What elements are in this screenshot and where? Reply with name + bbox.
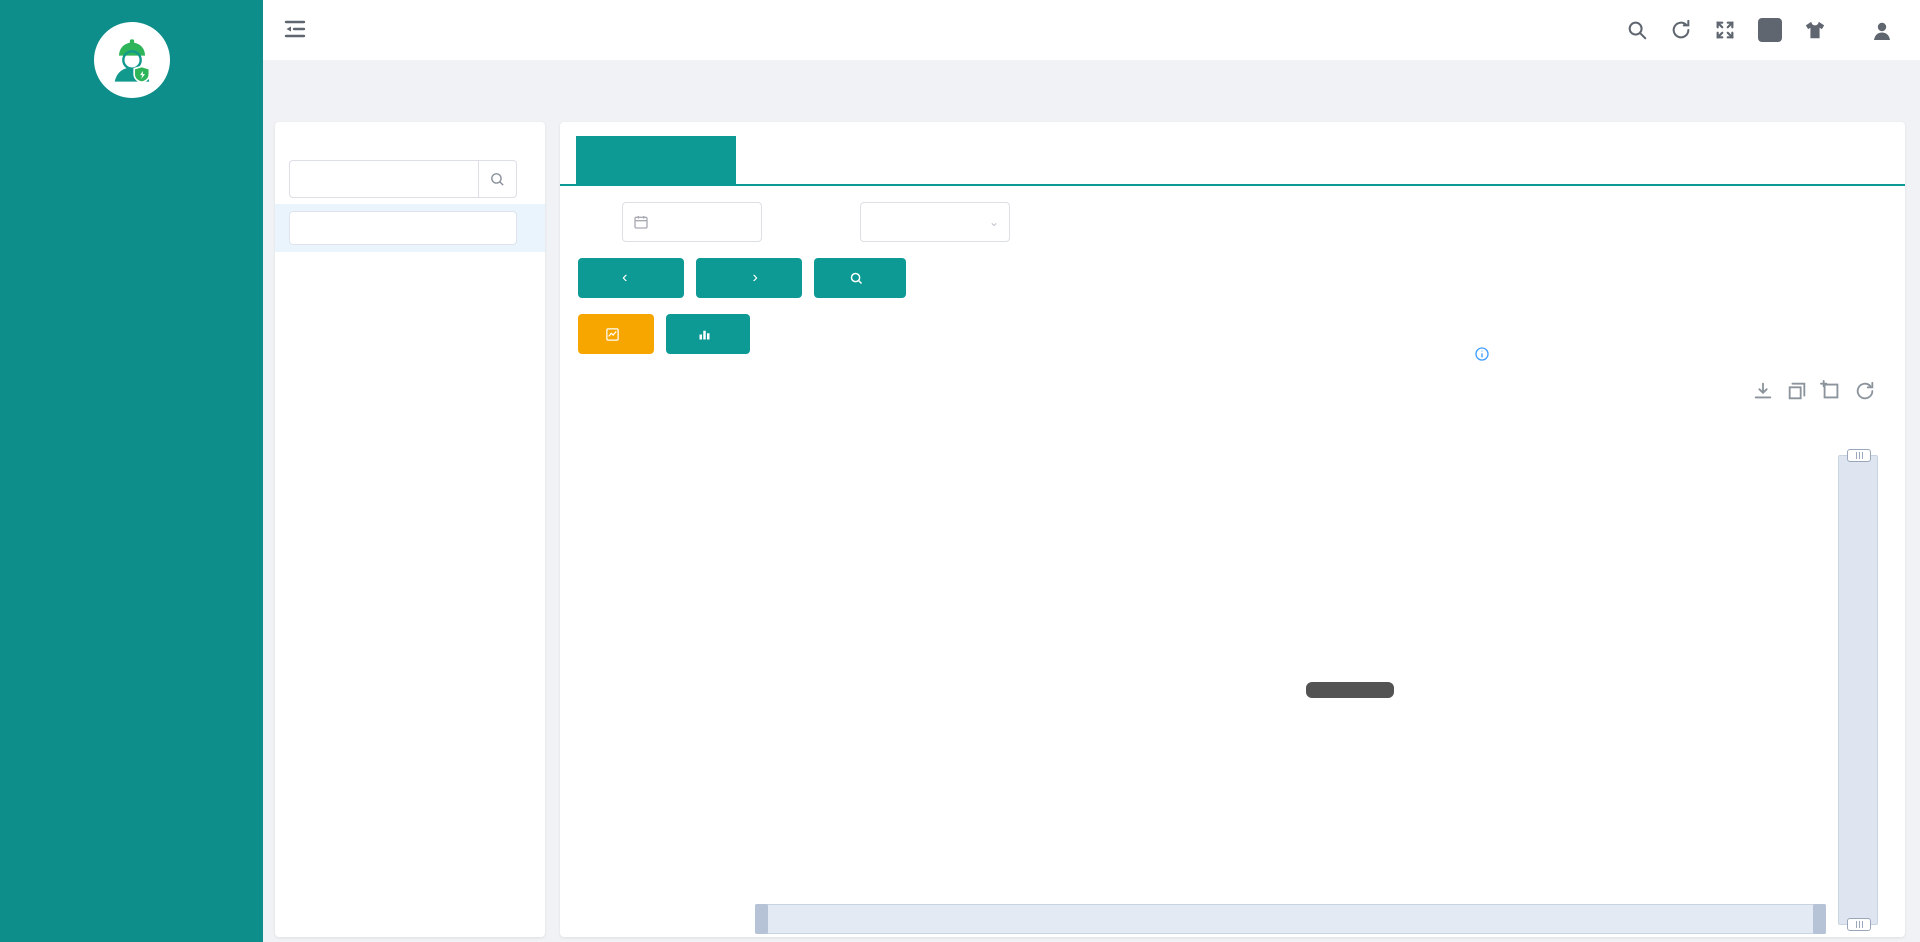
- fullscreen-icon[interactable]: [1714, 19, 1736, 41]
- bar-chart-icon: [697, 327, 712, 342]
- datazoom-right-handle[interactable]: [1813, 904, 1826, 934]
- vertical-datazoom-slider[interactable]: [1838, 455, 1878, 925]
- header: [263, 0, 1920, 60]
- datazoom-top-handle[interactable]: [1847, 449, 1871, 462]
- collapse-menu-icon[interactable]: [283, 17, 307, 46]
- calendar-icon: [633, 214, 649, 230]
- refresh-icon[interactable]: [1670, 19, 1692, 41]
- worker-avatar-icon: [94, 22, 170, 98]
- prev-day-button[interactable]: ‹: [578, 258, 684, 298]
- search-icon: [849, 271, 864, 286]
- tab-daily-extreme-data[interactable]: [736, 136, 906, 184]
- save-image-icon[interactable]: [1752, 380, 1774, 402]
- chart-toolbox: [1752, 380, 1876, 402]
- data-zoom-icon[interactable]: [1786, 380, 1808, 402]
- station-search-button[interactable]: [479, 160, 517, 198]
- tree-filter-band: [275, 204, 545, 252]
- sidebar: [0, 0, 263, 942]
- line-chart-icon: [605, 327, 620, 342]
- data-view-button[interactable]: [666, 314, 750, 354]
- chart-view-button[interactable]: [578, 314, 654, 354]
- power-line-chart[interactable]: [706, 420, 1866, 940]
- datazoom-bottom-handle[interactable]: [1847, 918, 1871, 931]
- tree-filter-input[interactable]: [289, 211, 517, 245]
- category-select[interactable]: ⌄: [860, 202, 1010, 242]
- restore-icon[interactable]: [1854, 380, 1876, 402]
- info-icon: [1474, 346, 1490, 362]
- tab-underline: [560, 184, 1905, 186]
- logo: [0, 22, 263, 112]
- theme-icon[interactable]: [1804, 19, 1826, 41]
- horizontal-datazoom-slider[interactable]: [755, 904, 1826, 934]
- header-actions: [1626, 0, 1892, 60]
- chevron-down-icon: ⌄: [989, 215, 999, 229]
- station-search-input[interactable]: [289, 160, 479, 198]
- user-icon[interactable]: [1870, 19, 1892, 41]
- station-panel: [275, 122, 545, 937]
- app-window: ⌄ ‹ ›: [0, 0, 1920, 942]
- datazoom-left-handle[interactable]: [755, 904, 768, 934]
- zoom-restore-icon[interactable]: [1820, 380, 1842, 402]
- query-button[interactable]: [814, 258, 906, 298]
- translate-icon[interactable]: [1758, 18, 1782, 42]
- extreme-analysis-link[interactable]: [1474, 346, 1496, 362]
- chart-tooltip: [1306, 682, 1394, 698]
- next-day-button[interactable]: ›: [696, 258, 802, 298]
- search-icon[interactable]: [1626, 19, 1648, 41]
- tab-daily-raw-data[interactable]: [576, 136, 736, 184]
- date-input[interactable]: [622, 202, 762, 242]
